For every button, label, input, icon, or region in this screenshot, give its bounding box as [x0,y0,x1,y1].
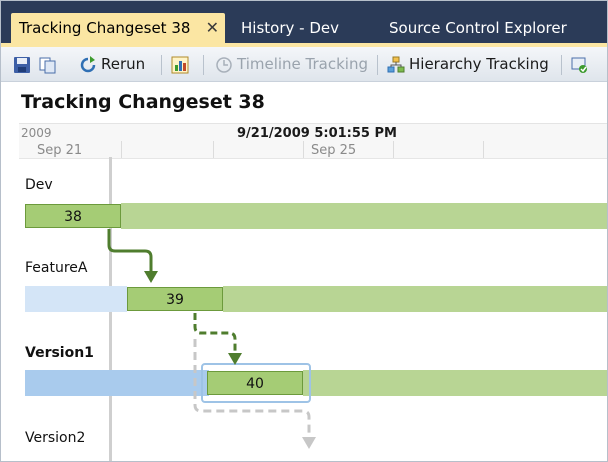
merge-arrow-39-40 [193,313,237,355]
tracking-window: Tracking Changeset 38 ✕ History - Dev So… [0,0,608,462]
arrow-head [144,271,158,283]
arrow-head [302,437,316,449]
arrow-head [228,353,242,365]
merge-arrow-38-39 [107,229,153,273]
pending-merge-arrow-version2 [193,339,311,439]
merge-arrows [107,229,316,449]
